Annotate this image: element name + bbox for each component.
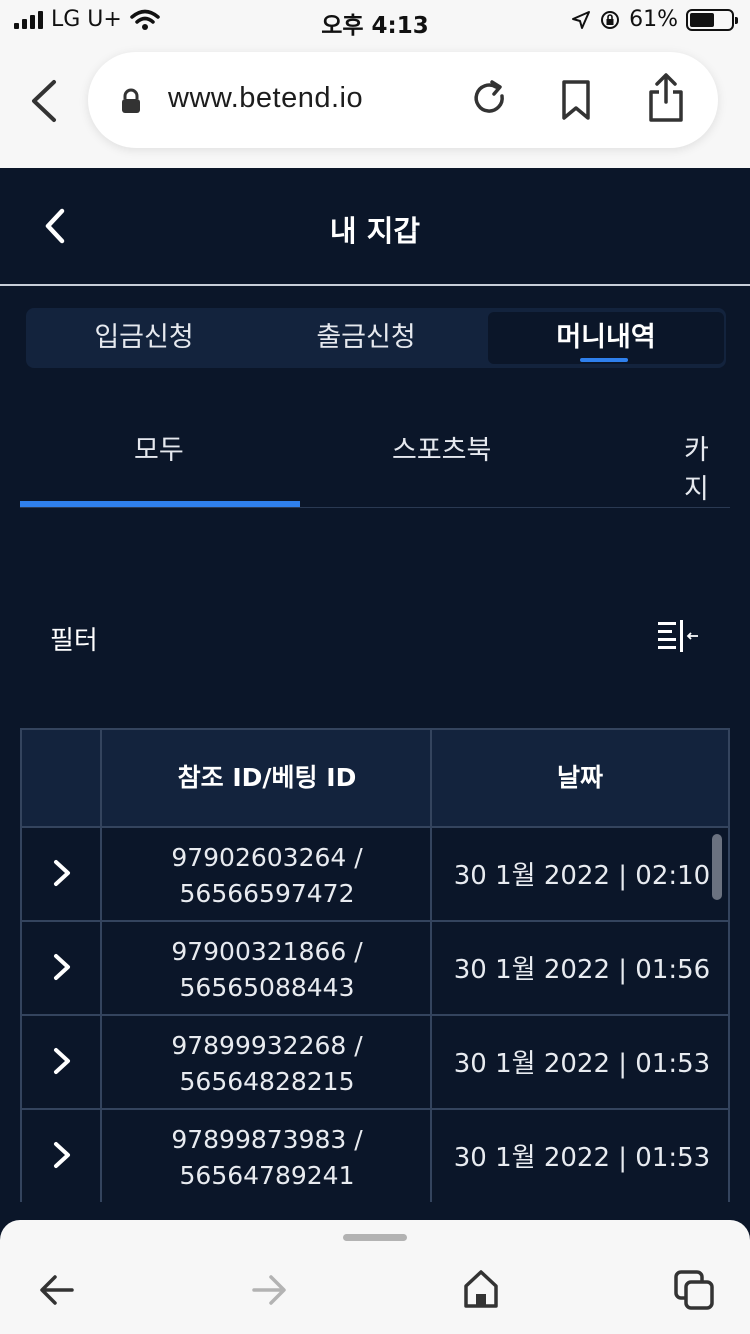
transactions-table: 참조 ID/베팅 ID 날짜 97902603264 / 56566597472…	[20, 728, 730, 1202]
bookmark-icon[interactable]	[558, 78, 594, 122]
chevron-right-icon[interactable]	[50, 858, 74, 888]
table-scrollbar[interactable]	[712, 834, 722, 900]
browser-bottom-toolbar	[0, 1220, 750, 1334]
bet-id: 56566597472	[179, 879, 355, 908]
id-cell: 97900321866 / 56565088443	[102, 934, 432, 1006]
status-bar: LG U+ 오후 4:13 61%	[0, 0, 750, 42]
id-cell: 97899932268 / 56564828215	[102, 1028, 432, 1100]
chevron-right-icon[interactable]	[50, 952, 74, 982]
location-icon	[572, 10, 591, 29]
lock-icon	[122, 88, 140, 113]
share-icon[interactable]	[646, 72, 686, 124]
battery-icon	[686, 8, 738, 31]
date-cell: 30 1월 2022 | 01:53	[453, 1049, 711, 1079]
drag-handle[interactable]	[343, 1234, 407, 1241]
chevron-right-icon[interactable]	[50, 1140, 74, 1170]
reference-id: 97902603264 /	[171, 843, 363, 872]
forward-arrow-icon[interactable]	[250, 1270, 288, 1310]
home-icon[interactable]	[462, 1268, 500, 1310]
tabs-icon[interactable]	[672, 1268, 716, 1312]
id-cell: 97899873983 / 56564789241	[102, 1122, 432, 1194]
tab-all[interactable]: 모두	[134, 428, 184, 467]
table-header: 참조 ID/베팅 ID 날짜	[20, 728, 730, 828]
tab-label: 입금신청	[94, 322, 194, 353]
status-right: 61%	[571, 7, 738, 32]
id-cell: 97902603264 / 56566597472	[102, 840, 432, 912]
app-header: 내 지갑	[0, 168, 750, 286]
chevron-right-icon[interactable]	[50, 1046, 74, 1076]
tab-label: 출금신청	[316, 322, 416, 353]
table-row[interactable]: 97899873983 / 56564789241 30 1월 2022 | 0…	[20, 1110, 730, 1202]
date-cell: 30 1월 2022 | 02:10	[453, 861, 711, 891]
browser-back-icon[interactable]	[26, 78, 66, 124]
category-tabs: 모두 스포츠북 카지	[20, 400, 730, 508]
tab-money-history[interactable]: 머니내역	[488, 312, 724, 364]
table-row[interactable]: 97900321866 / 56565088443 30 1월 2022 | 0…	[20, 922, 730, 1016]
reference-id: 97899873983 /	[171, 1125, 363, 1154]
bet-id: 56564828215	[179, 1067, 355, 1096]
date-cell: 30 1월 2022 | 01:56	[453, 955, 711, 985]
reference-id: 97900321866 /	[171, 937, 363, 966]
date-cell: 30 1월 2022 | 01:53	[453, 1143, 711, 1173]
back-arrow-icon[interactable]	[38, 1270, 76, 1310]
rotation-lock-icon	[601, 10, 620, 29]
tab-sportsbook[interactable]: 스포츠북	[392, 428, 491, 467]
table-row[interactable]: 97902603264 / 56566597472 30 1월 2022 | 0…	[20, 828, 730, 922]
active-category-indicator	[20, 501, 300, 507]
filter-label[interactable]: 필터	[50, 620, 98, 657]
bet-id: 56564789241	[179, 1161, 355, 1190]
wallet-tabs: 입금신청 출금신청 머니내역	[26, 308, 726, 368]
reference-id: 97899932268 /	[171, 1031, 363, 1060]
page-title: 내 지갑	[329, 214, 421, 248]
column-header-ids: 참조 ID/베팅 ID	[177, 763, 357, 792]
address-bar[interactable]: www.betend.io	[88, 52, 718, 148]
tab-deposit[interactable]: 입금신청	[26, 312, 262, 364]
tab-withdraw[interactable]: 출금신청	[248, 312, 484, 364]
tab-label: 머니내역	[556, 322, 656, 353]
reload-icon[interactable]	[470, 78, 510, 122]
active-tab-indicator	[580, 358, 628, 362]
table-row[interactable]: 97899932268 / 56564828215 30 1월 2022 | 0…	[20, 1016, 730, 1110]
column-header-date: 날짜	[556, 763, 603, 792]
tab-casino[interactable]: 카지	[684, 428, 730, 506]
url-text[interactable]: www.betend.io	[168, 82, 363, 115]
bet-id: 56565088443	[179, 973, 355, 1002]
battery-percent: 61%	[629, 7, 678, 32]
filter-icon[interactable]	[656, 618, 700, 656]
browser-toolbar: www.betend.io	[0, 42, 750, 168]
